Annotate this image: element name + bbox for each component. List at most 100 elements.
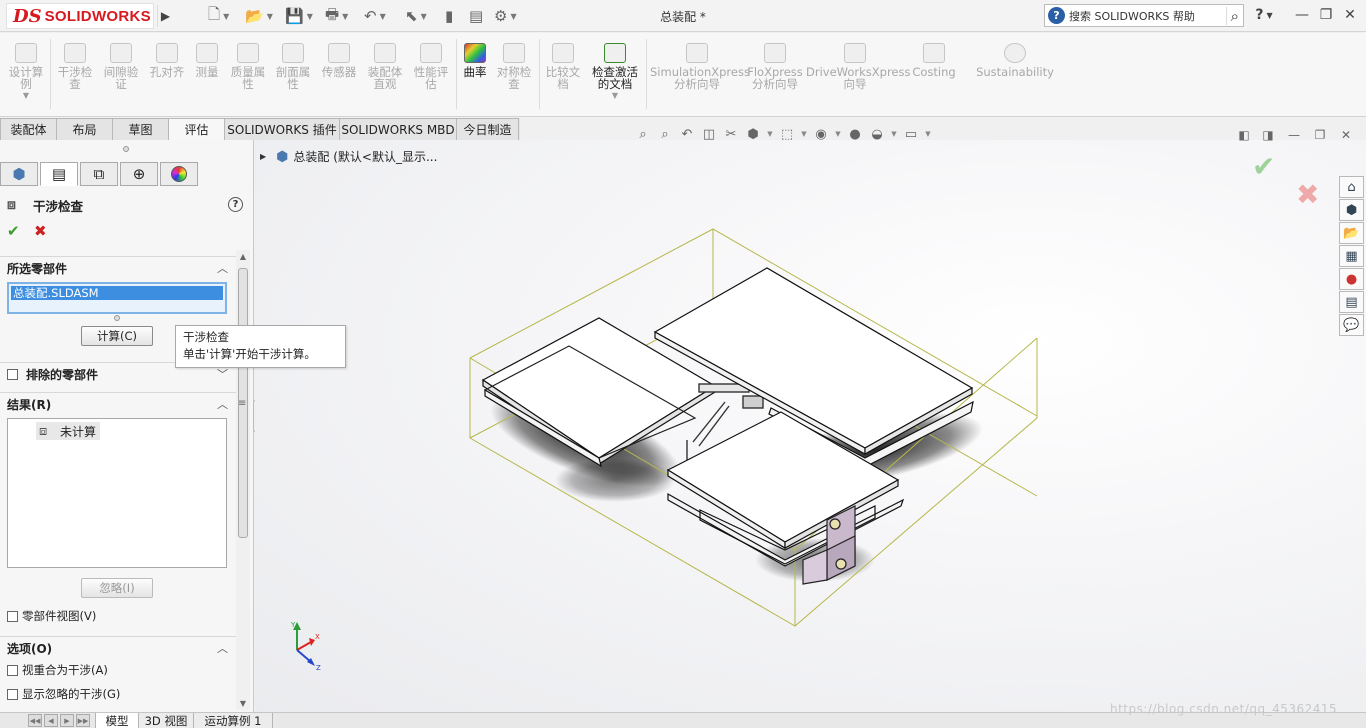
help-menu-button[interactable]: ? ▼: [1252, 4, 1276, 26]
forum-icon[interactable]: 💬: [1339, 314, 1364, 336]
results-list[interactable]: ⧈ 未计算: [7, 418, 227, 568]
option-checkbox[interactable]: [7, 664, 18, 676]
apply-scene-icon[interactable]: ◒: [866, 124, 888, 144]
property-manager-tab[interactable]: ▤: [40, 162, 78, 186]
viewport-close-button[interactable]: ✕: [1336, 126, 1356, 144]
curvature-button[interactable]: 曲率: [460, 43, 490, 78]
expand-chevron-icon[interactable]: ﹀: [217, 366, 228, 382]
expand-arrow-icon[interactable]: ▶: [260, 152, 266, 161]
tab-3dexperience[interactable]: 今日制造: [456, 118, 519, 140]
tab-model[interactable]: 模型: [95, 713, 139, 728]
calculate-button[interactable]: 计算(C): [81, 326, 153, 346]
save-icon[interactable]: 💾 ▼: [285, 5, 313, 27]
minimize-button[interactable]: —: [1290, 4, 1314, 26]
panel-scrollbar[interactable]: ▲ ▼: [236, 250, 250, 710]
compare-documents-button[interactable]: 比较文 档: [543, 43, 583, 90]
performance-evaluation-button[interactable]: 性能评 估: [410, 43, 452, 90]
view-palette-icon[interactable]: ▦: [1339, 245, 1364, 267]
viewport-restore-button[interactable]: ❐: [1310, 126, 1330, 144]
section-properties-button[interactable]: 剖面属 性: [272, 43, 314, 90]
list-resize-grip[interactable]: [114, 315, 120, 321]
undo-icon[interactable]: ↶ ▼: [364, 5, 386, 27]
selected-components-list[interactable]: 总装配.SLDASM: [7, 282, 227, 314]
dimxpert-manager-tab[interactable]: ⊕: [120, 162, 158, 186]
list-item[interactable]: ⧈ 未计算: [36, 422, 101, 440]
help-search-box[interactable]: ? 搜索 SOLIDWORKS 帮助 ⌕: [1044, 4, 1244, 27]
feature-tree-flyout[interactable]: ▶ ⬢ 总装配 (默认<默认_显示...: [260, 148, 437, 165]
viewport-tile-right-icon[interactable]: ◨: [1258, 126, 1278, 144]
tab-solidworks-addins[interactable]: SOLIDWORKS 插件: [224, 118, 340, 140]
tab-layout[interactable]: 布局: [56, 118, 113, 140]
chevron-down-icon[interactable]: ▼: [922, 124, 934, 144]
list-item[interactable]: 总装配.SLDASM: [11, 286, 223, 300]
close-window-button[interactable]: ✕: [1338, 4, 1362, 26]
help-icon[interactable]: ?: [228, 197, 243, 212]
restore-button[interactable]: ❐: [1314, 4, 1338, 26]
first-tab-icon[interactable]: ◀◀: [28, 714, 42, 727]
view-orientation-icon[interactable]: ⬢: [742, 124, 764, 144]
zoom-to-area-icon[interactable]: ⌕: [654, 124, 676, 144]
dynamic-annotation-icon[interactable]: ✂: [720, 124, 742, 144]
open-icon[interactable]: 📂 ▼: [245, 5, 273, 27]
collapse-chevron-icon[interactable]: ︿: [217, 260, 228, 276]
sustainability-button[interactable]: Sustainability: [976, 43, 1054, 78]
tab-solidworks-mbd[interactable]: SOLIDWORKS MBD: [339, 118, 457, 140]
component-view-option[interactable]: 零部件视图(V): [7, 608, 96, 624]
ok-check-icon[interactable]: ✔: [7, 222, 20, 240]
tab-evaluate[interactable]: 评估: [168, 118, 225, 140]
results-header[interactable]: 结果(R) ︿: [0, 393, 236, 415]
collapse-chevron-icon[interactable]: ︿: [217, 640, 228, 656]
option-checkbox[interactable]: [7, 688, 18, 700]
home-icon[interactable]: ⌂: [1339, 176, 1364, 198]
design-study-button[interactable]: 设计算 例 ▼: [6, 43, 46, 102]
new-icon[interactable]: 🗋 ▼: [208, 5, 229, 27]
selected-components-header[interactable]: 所选零部件 ︿: [0, 257, 236, 279]
options-icon[interactable]: ⚙ ▼: [494, 5, 517, 27]
tab-assembly[interactable]: 装配体: [0, 118, 57, 140]
print-icon[interactable]: 🖶 ▼: [325, 5, 348, 27]
assembly-model[interactable]: [255, 140, 1366, 714]
configuration-manager-tab[interactable]: ⧉: [80, 162, 118, 186]
hole-alignment-button[interactable]: 孔对齐: [146, 43, 188, 78]
prev-tab-icon[interactable]: ◀: [44, 714, 58, 727]
chevron-down-icon[interactable]: ▼: [798, 124, 810, 144]
custom-properties-icon[interactable]: ▤: [1339, 291, 1364, 313]
search-icon[interactable]: ⌕: [1225, 6, 1243, 25]
symmetry-check-button[interactable]: 对称检 查: [494, 43, 534, 90]
costing-button[interactable]: Costing: [910, 43, 958, 78]
measure-button[interactable]: 测量: [190, 43, 224, 78]
menu-expand-icon[interactable]: ▶: [157, 5, 173, 27]
edit-appearance-icon[interactable]: ●: [844, 124, 866, 144]
zoom-to-fit-icon[interactable]: ⌕: [632, 124, 654, 144]
solidworks-logo[interactable]: DS SOLIDWORKS: [6, 3, 154, 29]
check-active-document-button[interactable]: 检查激活 的文档 ▼: [588, 43, 642, 102]
scroll-up-icon[interactable]: ▲: [236, 252, 250, 261]
view-settings-icon[interactable]: ▭: [900, 124, 922, 144]
clearance-verification-button[interactable]: 间隙验 证: [100, 43, 142, 90]
confirmation-ok-icon[interactable]: ✔: [1252, 150, 1275, 183]
display-manager-tab[interactable]: [160, 162, 198, 186]
floxpress-button[interactable]: FloXpress 分析向导: [746, 43, 804, 90]
section-view-icon[interactable]: ◫: [698, 124, 720, 144]
simulationxpress-button[interactable]: SimulationXpress 分析向导: [650, 43, 750, 90]
graphics-area[interactable]: ▶ ⬢ 总装配 (默认<默认_显示... Y X Z: [255, 140, 1366, 714]
viewport-minimize-button[interactable]: —: [1284, 126, 1304, 144]
chevron-down-icon[interactable]: ▼: [764, 124, 776, 144]
chevron-down-icon[interactable]: ▼: [888, 124, 900, 144]
tab-sketch[interactable]: 草图: [112, 118, 169, 140]
viewport-tile-left-icon[interactable]: ◧: [1234, 126, 1254, 144]
assembly-visualization-button[interactable]: 装配体 直观: [364, 43, 406, 90]
hide-show-items-icon[interactable]: ◉: [810, 124, 832, 144]
next-tab-icon[interactable]: ▶: [60, 714, 74, 727]
select-icon[interactable]: ⬉ ▼: [405, 5, 427, 27]
scroll-down-icon[interactable]: ▼: [236, 699, 250, 708]
confirmation-cancel-icon[interactable]: ✖: [1296, 178, 1319, 211]
driveworksxpress-button[interactable]: DriveWorksXpress 向导: [806, 43, 910, 90]
sensor-button[interactable]: 传感器: [318, 43, 360, 78]
appearances-icon[interactable]: ●: [1339, 268, 1364, 290]
design-library-icon[interactable]: ⬢: [1339, 199, 1364, 221]
last-tab-icon[interactable]: ▶▶: [76, 714, 90, 727]
display-style-icon[interactable]: ⬚: [776, 124, 798, 144]
options-header[interactable]: 选项(O) ︿: [0, 637, 236, 659]
excluded-components-checkbox[interactable]: [7, 368, 18, 380]
